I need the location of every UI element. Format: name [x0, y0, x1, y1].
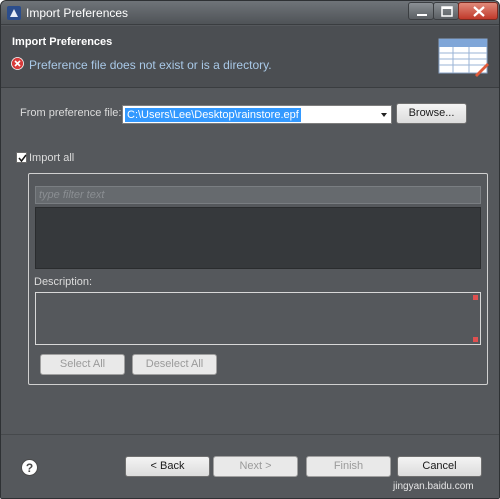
- close-icon: [473, 6, 485, 17]
- cancel-button[interactable]: Cancel: [397, 456, 482, 477]
- description-label: Description:: [34, 276, 93, 288]
- scroll-down-icon[interactable]: [473, 337, 478, 342]
- wizard-header: Import Preferences Preference file does …: [1, 26, 499, 88]
- watermark-text: jingyan.baidu.com: [393, 481, 474, 492]
- eclipse-app-icon: [7, 6, 21, 20]
- finish-button[interactable]: Finish: [306, 456, 391, 477]
- import-preferences-wizard-icon: [438, 38, 489, 77]
- svg-text:?: ?: [26, 461, 33, 475]
- chevron-down-icon[interactable]: [377, 106, 391, 123]
- deselect-all-button[interactable]: Deselect All: [132, 354, 217, 375]
- browse-button[interactable]: Browse...: [396, 103, 467, 124]
- minimize-button[interactable]: [408, 2, 434, 20]
- select-all-button[interactable]: Select All: [40, 354, 125, 375]
- wizard-footer: ? < Back Next > Finish Cancel jingyan.ba…: [1, 434, 499, 498]
- error-icon: [11, 57, 24, 70]
- next-button[interactable]: Next >: [213, 456, 298, 477]
- description-text: [35, 292, 481, 345]
- page-title: Import Preferences: [12, 36, 113, 48]
- minimize-icon: [417, 14, 427, 16]
- preference-file-value[interactable]: C:\Users\Lee\Desktop\rainstore.epf: [125, 108, 301, 122]
- import-preferences-dialog: Import Preferences Import Preferences Pr…: [0, 0, 500, 499]
- window-title: Import Preferences: [26, 6, 129, 20]
- title-bar[interactable]: Import Preferences: [1, 1, 499, 25]
- import-all-checkbox[interactable]: [16, 152, 27, 163]
- preferences-group: type filter text Description: Select All…: [28, 173, 488, 385]
- error-message: Preference file does not exist or is a d…: [29, 58, 272, 72]
- maximize-button[interactable]: [433, 2, 459, 20]
- file-label: From preference file:: [20, 107, 122, 119]
- import-all-label[interactable]: Import all: [29, 152, 74, 164]
- close-button[interactable]: [458, 2, 498, 20]
- wizard-body: From preference file: C:\Users\Lee\Deskt…: [1, 89, 499, 434]
- preferences-tree[interactable]: [35, 207, 481, 269]
- checkmark-icon: [18, 154, 27, 163]
- back-button[interactable]: < Back: [125, 456, 210, 477]
- help-icon[interactable]: ?: [21, 459, 38, 476]
- maximize-icon: [441, 6, 453, 17]
- scroll-up-icon[interactable]: [473, 295, 478, 300]
- preference-file-combo[interactable]: C:\Users\Lee\Desktop\rainstore.epf: [122, 105, 392, 124]
- filter-input[interactable]: type filter text: [35, 186, 481, 204]
